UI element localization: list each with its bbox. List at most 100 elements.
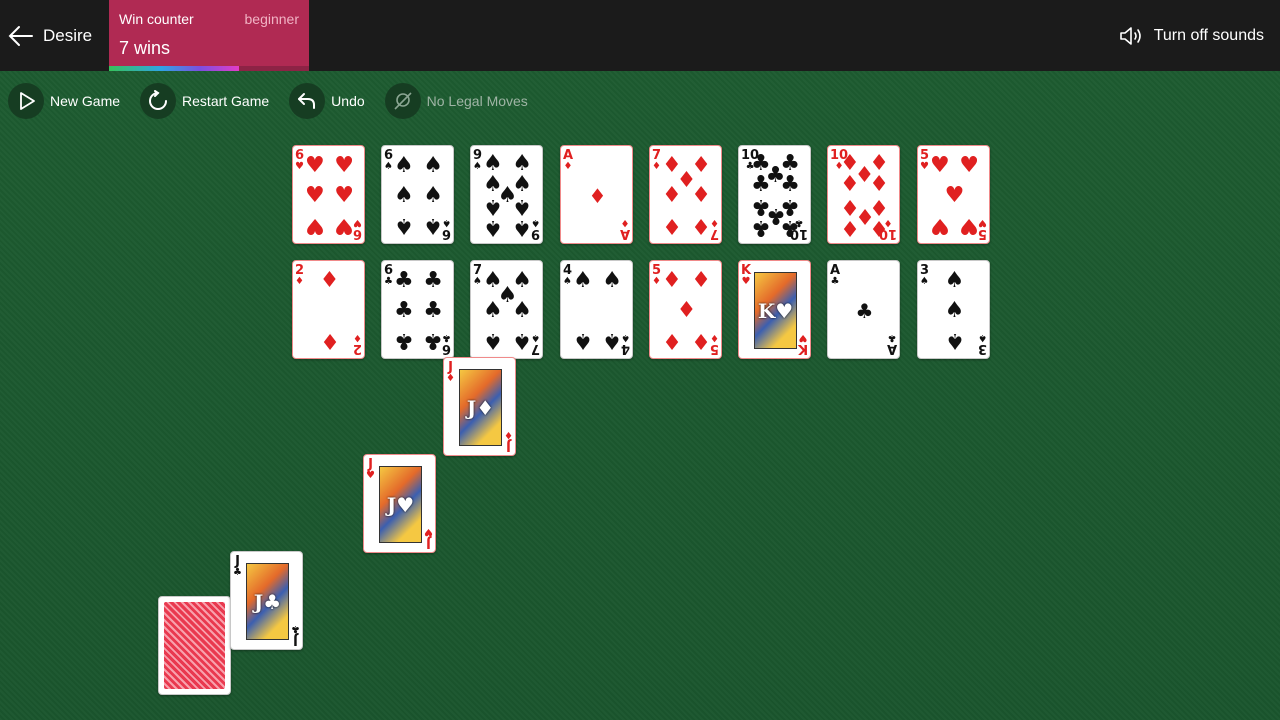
card-suit: ♦ bbox=[563, 161, 573, 172]
suit-pip: ♠ bbox=[423, 182, 443, 208]
card-corner-index: K ♥ bbox=[798, 332, 808, 356]
suit-pip: ♣ bbox=[855, 298, 874, 323]
court-card-face: K♥ bbox=[754, 272, 797, 349]
stock-pile[interactable] bbox=[158, 596, 231, 695]
card-corner-index: 6 ♣ bbox=[384, 264, 393, 287]
suit-pip: ♠ bbox=[394, 182, 414, 208]
suit-pip: ♠ bbox=[573, 267, 593, 293]
card-corner-index: 7 ♦ bbox=[652, 149, 661, 172]
card-rank: J bbox=[293, 632, 298, 647]
suit-pip: ♠ bbox=[483, 215, 503, 241]
tableau-card[interactable]: A ♣ A ♣ ♣ bbox=[827, 260, 900, 359]
suit-pip: ♦ bbox=[662, 267, 682, 293]
suit-pip: ♠ bbox=[602, 267, 622, 293]
suit-pip: ♦ bbox=[676, 297, 697, 323]
difficulty-level: beginner bbox=[244, 11, 300, 27]
card-corner-index: J ♣ bbox=[233, 555, 242, 578]
suit-pip: ♥ bbox=[930, 152, 950, 178]
card-suit: ♣ bbox=[291, 623, 300, 634]
tableau-card[interactable]: 5 ♦ 5 ♦ ♦ ♦ ♦ ♦ ♦ bbox=[649, 260, 722, 359]
suit-pip: ♣ bbox=[423, 328, 443, 354]
suit-pip: ♠ bbox=[423, 213, 443, 239]
tableau-card[interactable]: 4 ♠ 4 ♠ ♠ ♠ ♠ ♠ bbox=[560, 260, 633, 359]
suit-pip: ♥ bbox=[959, 213, 979, 239]
tableau-card[interactable]: 5 ♥ 5 ♥ ♥ ♥ ♥ ♥ ♥ bbox=[917, 145, 990, 244]
card-suit: ♠ bbox=[563, 276, 572, 287]
card-corner-index: J ♦ bbox=[504, 429, 513, 453]
card-corner-index: A ♣ bbox=[830, 264, 840, 287]
card-corner-index: A ♦ bbox=[619, 217, 630, 241]
no-legal-moves-button[interactable]: No Legal Moves bbox=[384, 83, 528, 119]
card-corner-index: 6 ♥ bbox=[295, 149, 304, 172]
tableau-card[interactable]: 7 ♦ 7 ♦ ♦ ♦ ♦ ♦ ♦ ♦ ♦ bbox=[649, 145, 722, 244]
suit-pip: ♥ bbox=[334, 213, 354, 239]
tableau-card[interactable]: 10 ♦ 10 ♦ ♦ ♦ ♦ ♦ ♦ ♦ ♦ ♦ ♦ ♦ bbox=[827, 145, 900, 244]
restart-game-button[interactable]: Restart Game bbox=[140, 83, 269, 119]
card-corner-index: 5 ♦ bbox=[652, 264, 661, 287]
card-rank: 2 bbox=[352, 341, 362, 356]
tableau-card[interactable]: 6 ♣ 6 ♣ ♣ ♣ ♣ ♣ ♣ ♣ bbox=[381, 260, 454, 359]
tableau-card[interactable]: 2 ♦ 2 ♦ ♦ ♦ bbox=[292, 260, 365, 359]
undo-button[interactable]: Undo bbox=[289, 83, 365, 119]
card-suit: ♦ bbox=[620, 217, 630, 228]
waste-card[interactable]: J ♦ J ♦ J♦ bbox=[443, 357, 516, 456]
court-card-label: K♥ bbox=[757, 299, 794, 323]
card-corner-index: K ♥ bbox=[741, 264, 751, 287]
win-count: 7 wins bbox=[119, 38, 171, 58]
card-back-pattern bbox=[164, 602, 225, 689]
tableau-card[interactable]: K ♥ K ♥ K♥ bbox=[738, 260, 811, 359]
suit-pip: ♦ bbox=[662, 182, 682, 208]
tableau-card[interactable]: 7 ♠ 7 ♠ ♠ ♠ ♠ ♠ ♠ ♠ ♠ bbox=[470, 260, 543, 359]
suit-pip: ♦ bbox=[662, 328, 682, 354]
waste-card[interactable]: J ♣ J ♣ J♣ bbox=[230, 551, 303, 650]
speaker-icon bbox=[1119, 27, 1141, 45]
suit-pip: ♠ bbox=[423, 152, 443, 178]
suit-pip: ♦ bbox=[691, 267, 711, 293]
arrow-left-icon bbox=[8, 26, 33, 46]
suit-pip: ♦ bbox=[691, 328, 711, 354]
suit-pip: ♥ bbox=[334, 152, 354, 178]
suit-pip: ♦ bbox=[840, 171, 860, 197]
card-suit: ♦ bbox=[504, 429, 513, 440]
card-corner-index: 3 ♠ bbox=[977, 332, 987, 356]
tableau-card[interactable]: 6 ♠ 6 ♠ ♠ ♠ ♠ ♠ ♠ ♠ bbox=[381, 145, 454, 244]
undo-icon bbox=[289, 83, 326, 119]
suit-pip: ♣ bbox=[780, 171, 800, 197]
card-corner-index: J ♣ bbox=[291, 623, 300, 647]
court-card-label: J♣ bbox=[253, 590, 282, 614]
card-rank: A bbox=[619, 226, 630, 241]
back-button[interactable]: Desire bbox=[8, 22, 92, 50]
sound-toggle-label: Turn off sounds bbox=[1153, 27, 1264, 44]
top-bar: Desire Win counter beginner 7 wins Turn … bbox=[0, 0, 1280, 71]
tableau-card[interactable]: 6 ♥ 6 ♥ ♥ ♥ ♥ ♥ ♥ ♥ bbox=[292, 145, 365, 244]
new-game-button[interactable]: New Game bbox=[8, 83, 120, 119]
suit-pip: ♦ bbox=[691, 213, 711, 239]
suit-pip: ♥ bbox=[334, 182, 354, 208]
card-suit: ♥ bbox=[366, 470, 375, 481]
suit-pip: ♠ bbox=[394, 213, 414, 239]
card-corner-index: 6 ♠ bbox=[384, 149, 393, 172]
tableau-card[interactable]: 3 ♠ 3 ♠ ♠ ♠ ♠ bbox=[917, 260, 990, 359]
tableau-card[interactable]: A ♦ A ♦ ♦ bbox=[560, 145, 633, 244]
win-counter-title: Win counter bbox=[119, 11, 194, 27]
sound-toggle-button[interactable]: Turn off sounds bbox=[1119, 22, 1264, 50]
card-rank: 3 bbox=[977, 341, 987, 356]
waste-card[interactable]: J ♥ J ♥ J♥ bbox=[363, 454, 436, 553]
card-suit: ♥ bbox=[295, 161, 304, 172]
card-suit: ♠ bbox=[473, 276, 482, 287]
suit-pip: ♣ bbox=[394, 267, 414, 293]
card-corner-index: 5 ♥ bbox=[920, 149, 929, 172]
card-rank: A bbox=[886, 341, 897, 356]
suit-pip: ♠ bbox=[512, 215, 532, 241]
card-suit: ♦ bbox=[295, 276, 304, 287]
tableau-card[interactable]: 9 ♠ 9 ♠ ♠ ♠ ♠ ♠ ♠ ♠ ♠ ♠ ♠ bbox=[470, 145, 543, 244]
suit-pip: ♣ bbox=[394, 328, 414, 354]
suit-pip: ♠ bbox=[602, 328, 622, 354]
suit-pip: ♠ bbox=[394, 152, 414, 178]
suit-pip: ♣ bbox=[751, 215, 771, 241]
undo-label: Undo bbox=[331, 93, 365, 109]
card-corner-index: A ♦ bbox=[563, 149, 573, 172]
suit-pip: ♦ bbox=[691, 182, 711, 208]
tableau-card[interactable]: 10 ♣ 10 ♣ ♣ ♣ ♣ ♣ ♣ ♣ ♣ ♣ ♣ ♣ bbox=[738, 145, 811, 244]
play-icon bbox=[8, 83, 44, 119]
